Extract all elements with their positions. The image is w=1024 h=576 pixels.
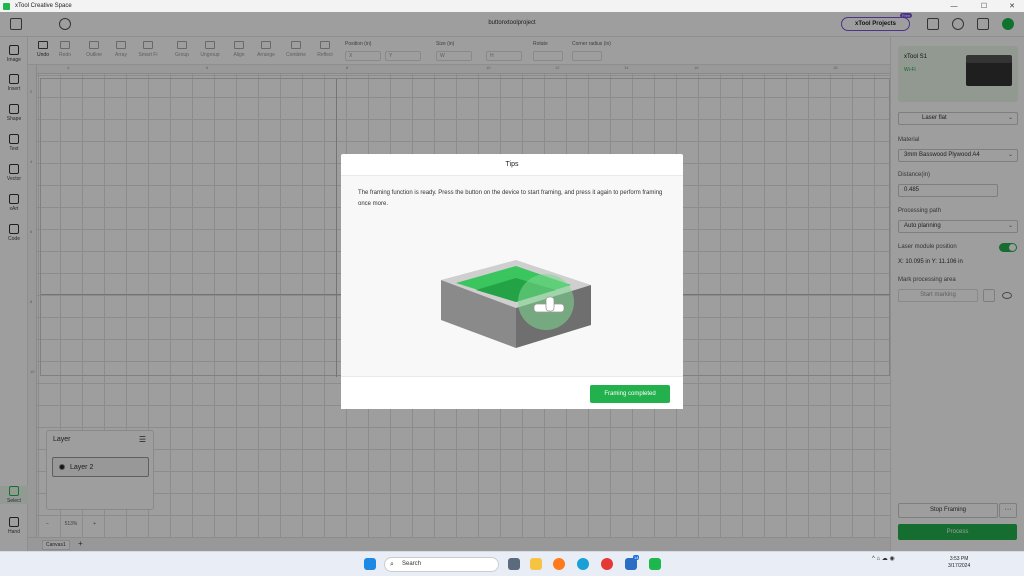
minimize-button[interactable]: —: [940, 0, 968, 12]
taskbar-search[interactable]: ⌕ Search: [384, 557, 499, 572]
window-title: xTool Creative Space: [15, 3, 72, 9]
search-placeholder: Search: [402, 561, 422, 567]
clock-time: 3:53 PM: [949, 556, 969, 562]
xtool-app-icon[interactable]: [649, 558, 661, 570]
task-view-icon[interactable]: [508, 558, 520, 570]
title-bar: xTool Creative Space — ☐ ✕: [0, 0, 1024, 12]
system-tray[interactable]: ^ ⌂ ☁ ◉: [872, 555, 895, 562]
app-logo-icon: [3, 2, 10, 10]
dialog-message: The framing function is ready. Press the…: [358, 190, 663, 207]
notification-badge: 14: [633, 555, 640, 560]
search-icon: ⌕: [390, 561, 394, 568]
chrome-icon[interactable]: [601, 558, 613, 570]
windows-start-icon[interactable]: [364, 558, 376, 570]
file-explorer-icon[interactable]: [530, 558, 542, 570]
maximize-button[interactable]: ☐: [970, 0, 998, 12]
framing-illustration: [441, 260, 591, 348]
edge-icon[interactable]: [577, 558, 589, 570]
dialog-title: Tips: [341, 154, 683, 176]
clock-date: 3/17/2024: [948, 563, 971, 569]
firefox-icon[interactable]: [553, 558, 565, 570]
clock[interactable]: 3:53 PM 3/17/2024: [948, 556, 970, 570]
framing-completed-button[interactable]: Framing completed: [590, 385, 670, 403]
dialog-footer: Framing completed: [341, 376, 683, 409]
dialog-body: The framing function is ready. Press the…: [341, 176, 683, 376]
taskbar: ⌕ Search 14 ^ ⌂ ☁ ◉ 3:53 PM 3/17/2024: [0, 551, 1024, 576]
tips-dialog: Tips The framing function is ready. Pres…: [341, 154, 683, 409]
close-button[interactable]: ✕: [998, 0, 1024, 12]
